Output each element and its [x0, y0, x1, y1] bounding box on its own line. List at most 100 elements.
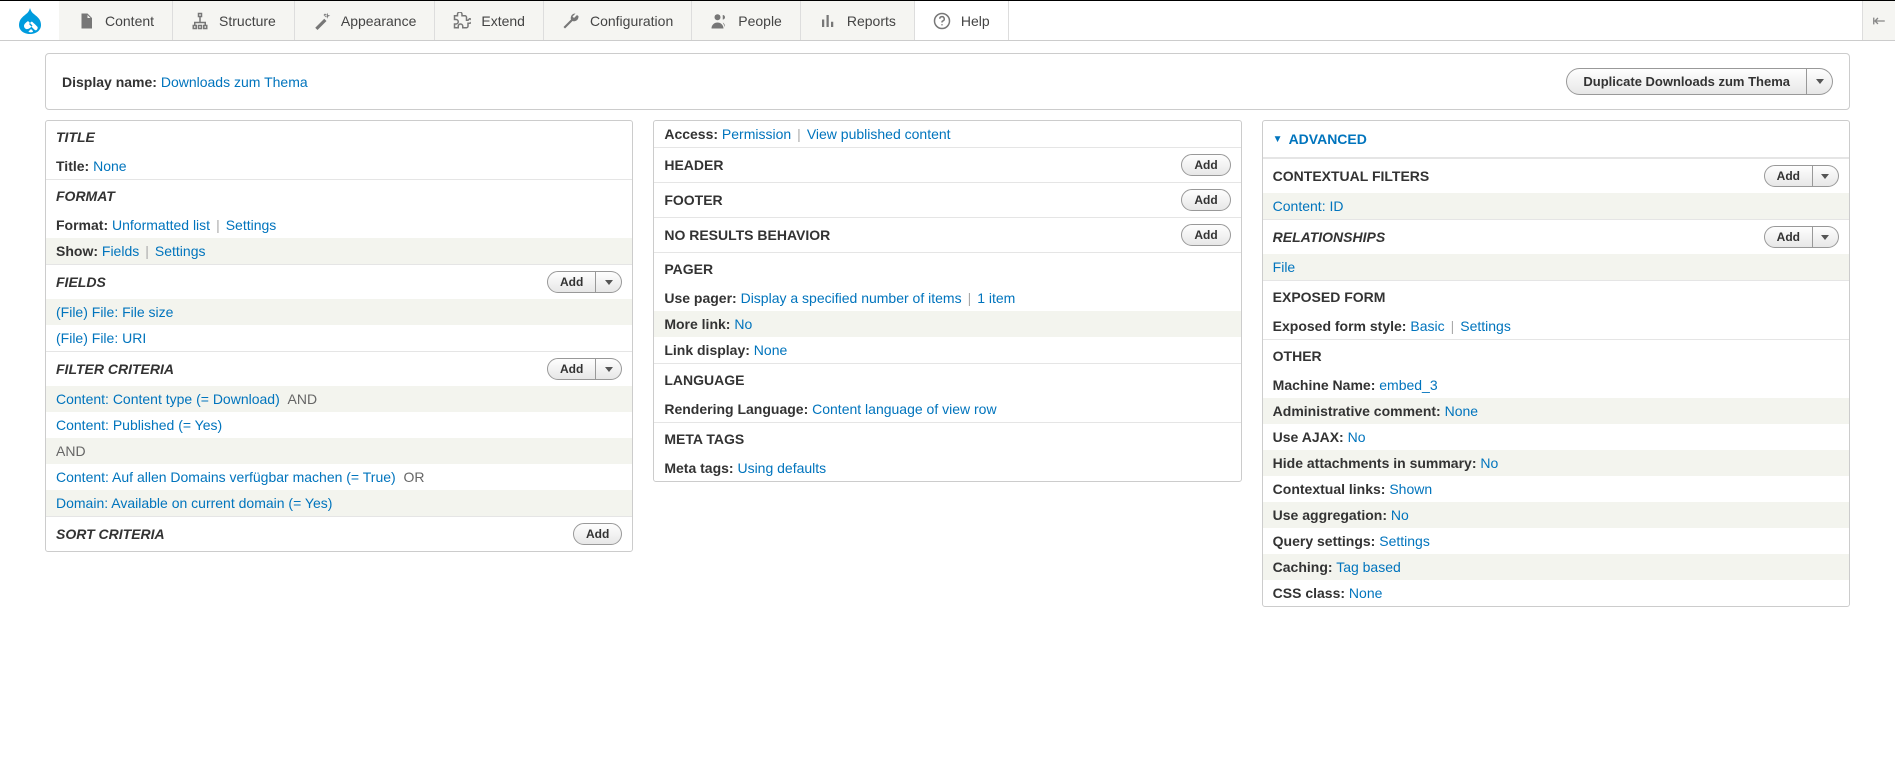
toolbar-spacer: [1009, 1, 1863, 40]
footer-add-button[interactable]: Add: [1181, 189, 1230, 211]
field-item[interactable]: (File) File: URI: [56, 330, 146, 346]
link-display-value[interactable]: None: [754, 342, 787, 358]
filter-item[interactable]: Domain: Available on current domain (= Y…: [56, 495, 332, 511]
relationship-item[interactable]: File: [1273, 259, 1296, 275]
use-aggregation-value[interactable]: No: [1391, 507, 1409, 523]
toolbar-item-configuration[interactable]: Configuration: [544, 1, 692, 40]
admin-comment-value[interactable]: None: [1445, 403, 1478, 419]
relationships-add-dropdown[interactable]: [1813, 226, 1839, 248]
admin-comment-label: Administrative comment:: [1273, 403, 1441, 419]
access-value[interactable]: Permission: [722, 126, 791, 142]
person-icon: [710, 12, 728, 30]
admin-toolbar: Content Structure Appearance Extend Conf…: [0, 0, 1895, 41]
toolbar-label: Help: [961, 13, 990, 29]
toolbar-item-people[interactable]: People: [692, 1, 801, 40]
metatags-heading: META TAGS: [654, 422, 1240, 455]
sort-heading: SORT CRITERIA: [56, 526, 165, 542]
duplicate-dropdown[interactable]: [1807, 68, 1833, 95]
toolbar-item-appearance[interactable]: Appearance: [295, 1, 436, 40]
file-icon: [77, 12, 95, 30]
title-heading: TITLE: [46, 121, 632, 153]
relationships-add-button[interactable]: Add: [1764, 226, 1813, 248]
filter-item[interactable]: Content: Published (= Yes): [56, 417, 222, 433]
format-value[interactable]: Unformatted list: [112, 217, 210, 233]
css-class-label: CSS class:: [1273, 585, 1345, 601]
help-icon: [933, 12, 951, 30]
filter-add-button[interactable]: Add: [547, 358, 596, 380]
caching-value[interactable]: Tag based: [1336, 559, 1401, 575]
toolbar-item-extend[interactable]: Extend: [435, 1, 544, 40]
display-name-label: Display name:: [62, 74, 157, 90]
field-item[interactable]: (File) File: File size: [56, 304, 173, 320]
pager-value[interactable]: Display a specified number of items: [741, 290, 962, 306]
contextual-links-label: Contextual links:: [1273, 481, 1386, 497]
format-heading: FORMAT: [46, 179, 632, 212]
hide-attachments-value[interactable]: No: [1480, 455, 1498, 471]
access-label: Access:: [664, 126, 718, 142]
column-left: TITLE Title: None FORMAT Format: Unforma…: [45, 120, 633, 552]
toolbar-label: Content: [105, 13, 154, 29]
more-link-value[interactable]: No: [734, 316, 752, 332]
rendering-language-value[interactable]: Content language of view row: [812, 401, 996, 417]
rendering-language-label: Rendering Language:: [664, 401, 808, 417]
language-heading: LANGUAGE: [654, 363, 1240, 396]
toolbar-item-structure[interactable]: Structure: [173, 1, 295, 40]
chart-icon: [819, 12, 837, 30]
metatags-label: Meta tags:: [664, 460, 733, 476]
fields-add-dropdown[interactable]: [596, 271, 622, 293]
advanced-toggle[interactable]: ▼ADVANCED: [1263, 121, 1849, 158]
duplicate-button[interactable]: Duplicate Downloads zum Thema: [1566, 68, 1807, 95]
use-ajax-value[interactable]: No: [1348, 429, 1366, 445]
display-name-bar: Display name: Downloads zum Thema Duplic…: [45, 53, 1850, 110]
query-settings-value[interactable]: Settings: [1379, 533, 1430, 549]
contextual-links-value[interactable]: Shown: [1389, 481, 1432, 497]
metatags-value[interactable]: Using defaults: [737, 460, 826, 476]
filter-item[interactable]: Content: Content type (= Download): [56, 391, 280, 407]
header-heading: HEADER: [664, 157, 723, 173]
toolbar-item-content[interactable]: Content: [59, 1, 173, 40]
toolbar-label: Appearance: [341, 13, 417, 29]
contextual-filters-heading: CONTEXTUAL FILTERS: [1273, 168, 1430, 184]
show-value[interactable]: Fields: [102, 243, 139, 259]
toolbar-item-help[interactable]: Help: [915, 1, 1009, 40]
more-link-label: More link:: [664, 316, 730, 332]
machine-name-value[interactable]: embed_3: [1379, 377, 1437, 393]
drupal-logo[interactable]: [0, 1, 59, 40]
contextual-add-dropdown[interactable]: [1813, 165, 1839, 187]
filter-add-dropdown[interactable]: [596, 358, 622, 380]
css-class-value[interactable]: None: [1349, 585, 1382, 601]
format-settings-link[interactable]: Settings: [226, 217, 277, 233]
column-middle: Access: Permission|View published conten…: [653, 120, 1241, 482]
filter-operator: OR: [403, 469, 424, 485]
noresults-add-button[interactable]: Add: [1181, 224, 1230, 246]
pager-items-link[interactable]: 1 item: [977, 290, 1015, 306]
filter-heading: FILTER CRITERIA: [56, 361, 174, 377]
exposed-form-settings-link[interactable]: Settings: [1460, 318, 1511, 334]
access-permission-link[interactable]: View published content: [807, 126, 951, 142]
other-heading: OTHER: [1263, 339, 1849, 372]
exposed-form-style-value[interactable]: Basic: [1410, 318, 1444, 334]
exposed-form-style-label: Exposed form style:: [1273, 318, 1407, 334]
use-ajax-label: Use AJAX:: [1273, 429, 1344, 445]
relationships-heading: RELATIONSHIPS: [1273, 229, 1386, 245]
show-label: Show:: [56, 243, 98, 259]
header-add-button[interactable]: Add: [1181, 154, 1230, 176]
noresults-heading: NO RESULTS BEHAVIOR: [664, 227, 830, 243]
fields-add-button[interactable]: Add: [547, 271, 596, 293]
exposed-form-heading: EXPOSED FORM: [1263, 280, 1849, 313]
advanced-heading: ADVANCED: [1289, 131, 1367, 147]
contextual-add-button[interactable]: Add: [1764, 165, 1813, 187]
fields-heading: FIELDS: [56, 274, 106, 290]
contextual-filter-item[interactable]: Content: ID: [1273, 198, 1344, 214]
display-name-value[interactable]: Downloads zum Thema: [161, 74, 308, 90]
wrench-icon: [562, 12, 580, 30]
title-value[interactable]: None: [93, 158, 126, 174]
machine-name-label: Machine Name:: [1273, 377, 1376, 393]
filter-item[interactable]: Content: Auf allen Domains verfügbar mac…: [56, 469, 396, 485]
show-settings-link[interactable]: Settings: [155, 243, 206, 259]
toolbar-collapse-icon[interactable]: ⇤: [1863, 1, 1895, 40]
sort-add-button[interactable]: Add: [573, 523, 622, 545]
wand-icon: [313, 12, 331, 30]
toolbar-label: Reports: [847, 13, 896, 29]
toolbar-item-reports[interactable]: Reports: [801, 1, 915, 40]
